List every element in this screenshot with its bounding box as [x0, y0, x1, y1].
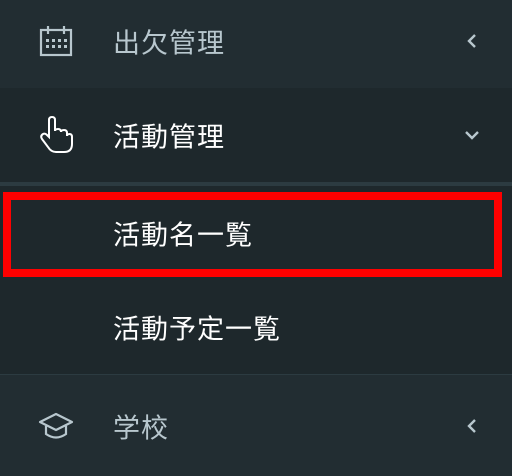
- graduation-cap-icon: [36, 406, 76, 446]
- sidebar-item-school[interactable]: 学校: [0, 376, 512, 476]
- sidebar: 出欠管理 活動管理 活動名一覧 活動予定一覧 学校: [0, 0, 512, 476]
- hand-pointer-icon: [36, 115, 76, 155]
- sidebar-item-activity[interactable]: 活動管理: [0, 88, 512, 182]
- calendar-icon: [36, 21, 76, 61]
- sidebar-item-label: 出欠管理: [113, 28, 225, 60]
- chevron-left-icon: [464, 33, 480, 49]
- sidebar-item-attendance[interactable]: 出欠管理: [0, 0, 512, 88]
- submenu-item-label: 活動予定一覧: [113, 314, 281, 346]
- chevron-down-icon: [464, 127, 480, 143]
- sidebar-item-label: 学校: [113, 413, 169, 445]
- submenu-item-label: 活動名一覧: [113, 220, 253, 252]
- activity-submenu: 活動名一覧 活動予定一覧: [0, 182, 512, 375]
- chevron-left-icon: [464, 418, 480, 434]
- sidebar-item-label: 活動管理: [113, 122, 225, 154]
- submenu-item-activity-schedule[interactable]: 活動予定一覧: [0, 280, 512, 374]
- submenu-item-activity-names[interactable]: 活動名一覧: [0, 186, 512, 280]
